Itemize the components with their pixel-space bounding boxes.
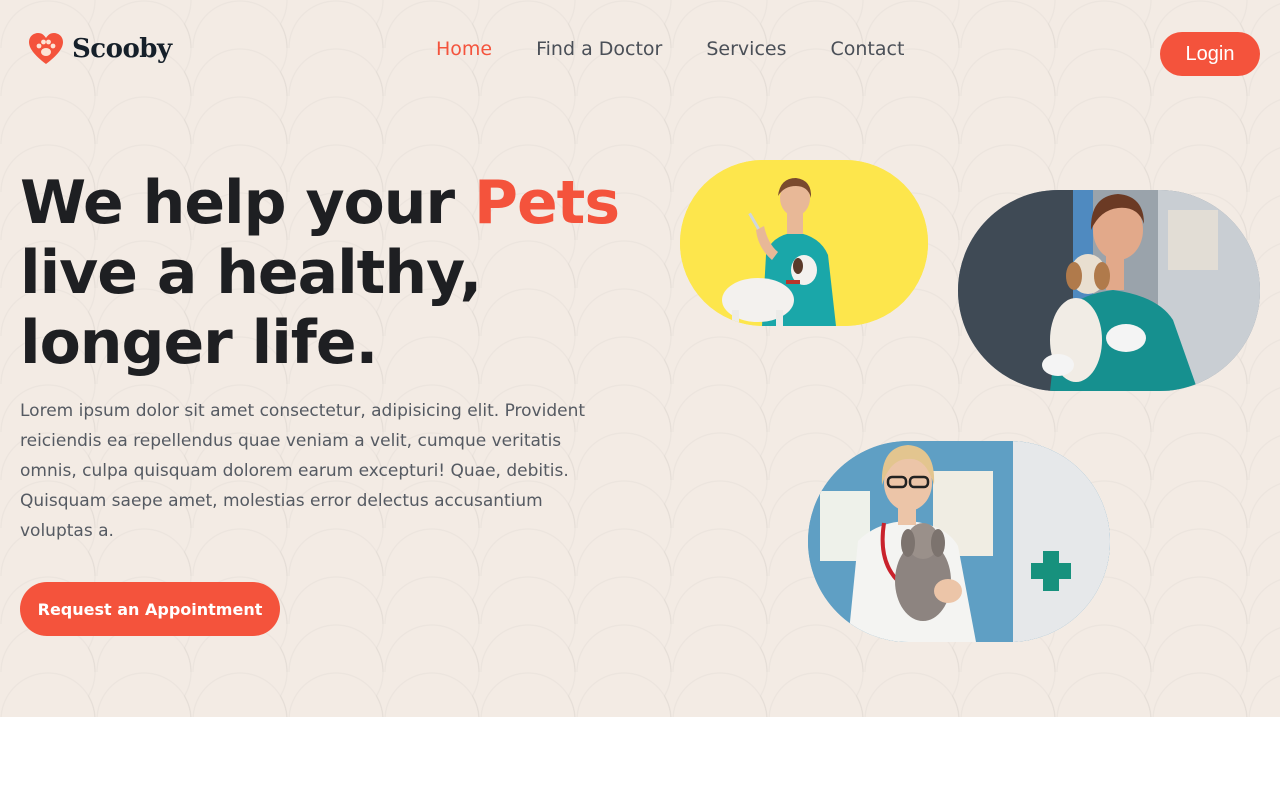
login-button[interactable]: Login (1160, 32, 1260, 76)
brand-logo[interactable]: Scooby (28, 32, 172, 66)
nav-item-services[interactable]: Services (706, 38, 786, 60)
hero-section: Scooby Home Find a Doctor Services Conta… (0, 0, 1280, 717)
nav-item-find-a-doctor[interactable]: Find a Doctor (536, 38, 662, 60)
headline-part-3: longer life. (20, 308, 378, 378)
headline-part-2: live a healthy, (20, 238, 482, 308)
vet-holding-puppy-photo (958, 190, 1260, 391)
nav-item-contact[interactable]: Contact (830, 38, 904, 60)
request-appointment-button[interactable]: Request an Appointment (20, 582, 280, 636)
brand-name: Scooby (72, 34, 172, 64)
headline-part-1: We help your (20, 168, 474, 238)
vet-with-dog-yellow-photo (680, 160, 928, 326)
paw-heart-icon (29, 33, 63, 64)
main-nav: Home Find a Doctor Services Contact (436, 38, 948, 60)
nav-item-home[interactable]: Home (436, 38, 492, 60)
hero-headline: We help your Pets live a healthy, longer… (20, 168, 640, 378)
hero-description: Lorem ipsum dolor sit amet consectetur, … (20, 401, 586, 541)
headline-accent: Pets (473, 168, 620, 238)
vet-holding-puppy-clinic-photo (808, 441, 1110, 642)
